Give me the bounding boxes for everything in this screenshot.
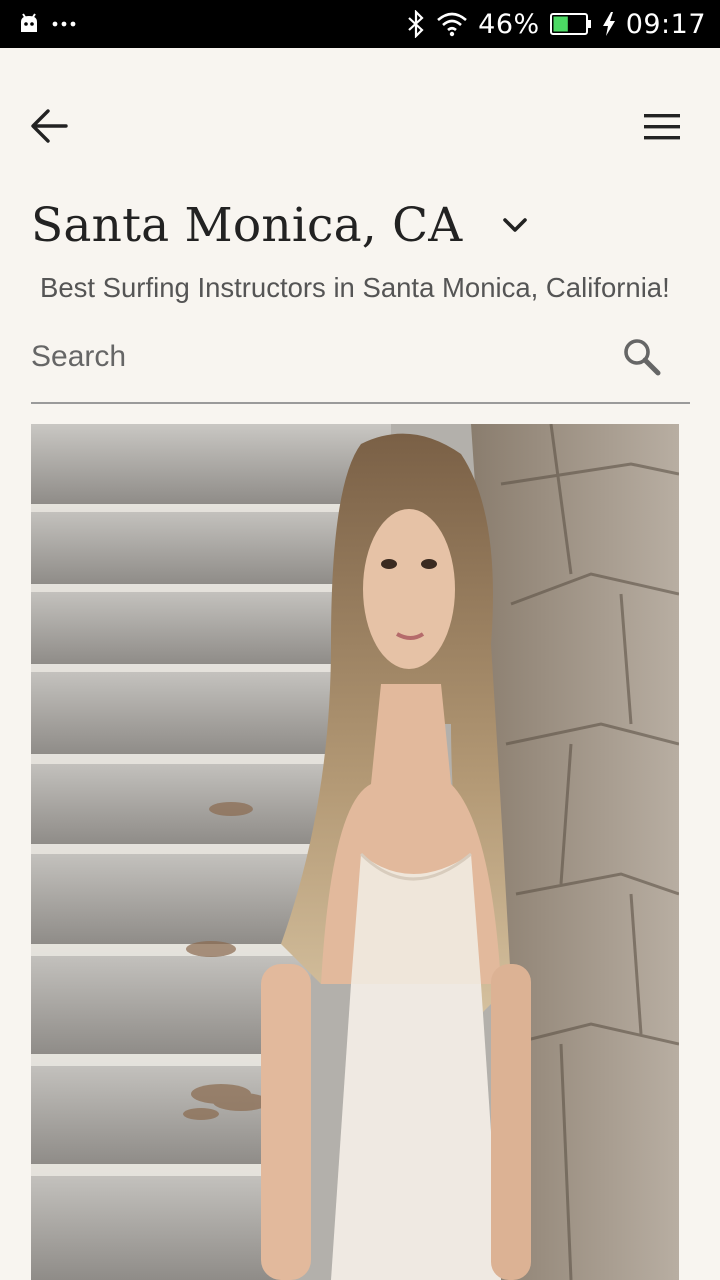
search-bar <box>31 322 690 404</box>
location-selector[interactable]: Santa Monica, CA <box>31 190 530 260</box>
charging-icon <box>602 12 615 36</box>
android-icon <box>21 13 37 32</box>
battery-percent: 46% <box>478 8 540 40</box>
hamburger-menu-icon <box>644 114 680 140</box>
status-bar: 46% 09:17 <box>0 0 720 48</box>
menu-button[interactable] <box>640 112 684 142</box>
more-dots-icon <box>52 21 76 27</box>
app-bar <box>0 48 720 204</box>
featured-photo[interactable] <box>31 424 679 1280</box>
photo-illustration <box>31 424 679 1280</box>
search-input[interactable] <box>31 330 591 384</box>
battery-fill <box>553 16 568 32</box>
clock: 09:17 <box>625 8 706 40</box>
search-button[interactable] <box>621 336 663 378</box>
status-bar-left <box>18 13 88 35</box>
search-icon <box>624 339 661 376</box>
tagline: Best Surfing Instructors in Santa Monica… <box>40 272 670 303</box>
arrow-left-icon <box>31 109 68 143</box>
status-bar-right: 46% 09:17 <box>396 9 706 40</box>
location-title: Santa Monica, CA <box>31 197 463 253</box>
bluetooth-icon <box>408 10 424 38</box>
battery-icon <box>549 13 591 35</box>
wifi-icon <box>437 12 468 37</box>
back-button[interactable] <box>28 106 72 146</box>
chevron-down-icon[interactable] <box>500 210 530 240</box>
